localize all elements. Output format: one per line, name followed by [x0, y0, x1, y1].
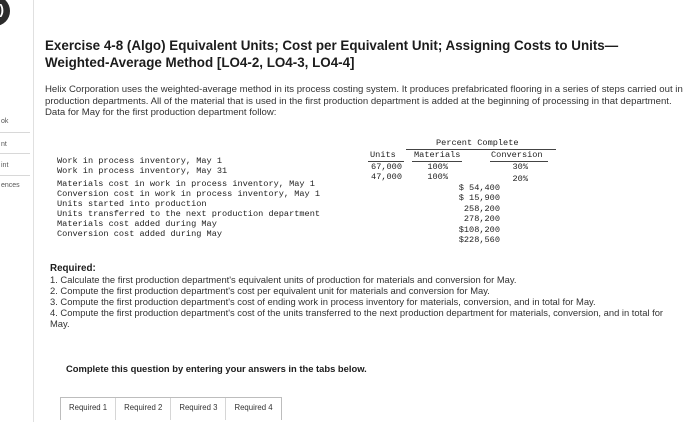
header-units: Units	[370, 150, 396, 160]
tab-required-2[interactable]: Required 2	[116, 398, 172, 420]
instruction-text: Complete this question by entering your …	[66, 363, 367, 374]
table-cell-amount: $ 15,900	[458, 193, 500, 203]
sidebar-divider	[33, 0, 34, 422]
divider	[0, 153, 30, 154]
previous-nav-button[interactable]: )	[0, 0, 10, 26]
table-cell-conversion: 20%	[512, 174, 528, 184]
exercise-title: Exercise 4-8 (Algo) Equivalent Units; Co…	[45, 38, 619, 70]
required-heading: Required:	[50, 263, 96, 274]
header-percent-complete: Percent Complete	[436, 138, 519, 148]
left-sidebar: ) ok nt int ences	[0, 0, 34, 422]
tab-required-4[interactable]: Required 4	[226, 398, 281, 420]
table-row-label: Work in process inventory, May 31	[57, 166, 228, 176]
sidebar-item-label[interactable]: ok	[1, 118, 8, 125]
sidebar-item-label[interactable]: nt	[1, 141, 7, 148]
sidebar-item-label[interactable]: int	[1, 162, 8, 169]
table-cell-conversion: 30%	[512, 162, 528, 172]
table-cell-units: 47,000	[371, 172, 402, 182]
divider	[0, 175, 30, 176]
chevron-right-icon: )	[0, 1, 4, 17]
table-row-label: Conversion cost added during May	[57, 229, 223, 239]
required-item: 4. Compute the first production departme…	[50, 307, 664, 329]
required-item: 3. Compute the first production departme…	[50, 296, 596, 307]
tab-required-3[interactable]: Required 3	[171, 398, 227, 420]
table-cell-amount: 278,200	[463, 214, 500, 224]
table-cell-materials: 100%	[427, 172, 448, 182]
tab-required-1[interactable]: Required 1	[61, 398, 117, 420]
header-conversion: Conversion	[491, 150, 543, 160]
header-materials: Materials	[414, 150, 461, 160]
table-cell-amount: $228,560	[458, 235, 500, 245]
required-item: 2. Compute the first production departme…	[50, 285, 490, 296]
requirement-tabs: Required 1 Required 2 Required 3 Require…	[60, 397, 282, 420]
required-item: 1. Calculate the first production depart…	[50, 274, 517, 285]
divider	[0, 132, 30, 133]
problem-intro: Helix Corporation uses the weighted-aver…	[45, 84, 683, 118]
sidebar-item-label[interactable]: ences	[1, 182, 20, 189]
required-list: 1. Calculate the first production depart…	[50, 274, 680, 329]
